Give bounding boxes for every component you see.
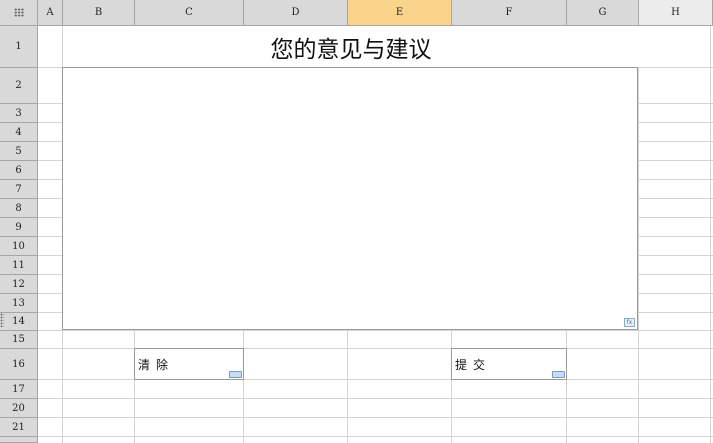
column-header-g[interactable]: G: [567, 0, 639, 26]
column-header-e[interactable]: E: [348, 0, 452, 26]
row-header-15[interactable]: 15: [0, 331, 38, 349]
clear-button-label: 清除: [138, 357, 175, 372]
row-header-8[interactable]: 8: [0, 199, 38, 218]
row-header-7[interactable]: 7: [0, 180, 38, 199]
submit-button[interactable]: 提交: [451, 348, 567, 380]
column-header-f[interactable]: F: [452, 0, 567, 26]
column-header-b[interactable]: B: [63, 0, 135, 26]
column-header-c[interactable]: C: [135, 0, 244, 26]
resize-grip-icon[interactable]: [0, 313, 4, 327]
grid-line-row-14: [38, 330, 713, 331]
grid-line-row-20: [38, 417, 713, 418]
column-header-a[interactable]: A: [38, 0, 63, 26]
control-handle-icon: [229, 371, 242, 378]
row-header-3[interactable]: 3: [0, 104, 38, 123]
column-header-d[interactable]: D: [244, 0, 348, 26]
column-header-h[interactable]: H: [639, 0, 713, 26]
row-header-5[interactable]: 5: [0, 142, 38, 161]
row-header-14[interactable]: 14: [0, 313, 38, 331]
row-header-10[interactable]: 10: [0, 237, 38, 256]
row-header-2[interactable]: 2: [0, 68, 38, 104]
row-header-13[interactable]: 13: [0, 294, 38, 313]
grid-dots-icon: [13, 8, 24, 17]
row-header-partial[interactable]: [0, 437, 38, 443]
row-header-1[interactable]: 1: [0, 26, 38, 68]
text-format-icon[interactable]: fx: [624, 318, 635, 327]
row-header-4[interactable]: 4: [0, 123, 38, 142]
grid-line-row-21: [38, 436, 713, 437]
control-handle-icon: [552, 371, 565, 378]
clear-button[interactable]: 清除: [134, 348, 244, 380]
row-header-6[interactable]: 6: [0, 161, 38, 180]
row-header-11[interactable]: 11: [0, 256, 38, 275]
row-header-17[interactable]: 17: [0, 380, 38, 399]
row-header-16[interactable]: 16: [0, 349, 38, 380]
row-header-9[interactable]: 9: [0, 218, 38, 237]
row-header-20[interactable]: 20: [0, 399, 38, 418]
submit-button-label: 提交: [455, 357, 492, 372]
row-header-12[interactable]: 12: [0, 275, 38, 294]
select-all-corner[interactable]: [0, 0, 38, 26]
row-header-21[interactable]: 21: [0, 418, 38, 437]
feedback-textbox[interactable]: fx: [62, 67, 638, 330]
grid-line-col-g: [638, 26, 639, 443]
grid-line-row-17: [38, 398, 713, 399]
page-title: 您的意见与建议: [63, 26, 639, 67]
spreadsheet-grid: A B C D E F G H 1 2 3 4 5 6 7 8 9 10 11 …: [0, 0, 713, 443]
grid-line-col-h: [710, 26, 711, 443]
